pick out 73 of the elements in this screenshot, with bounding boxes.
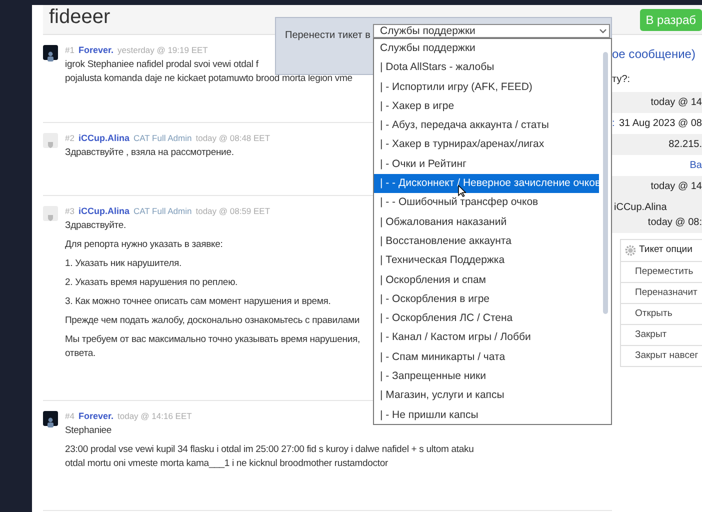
ticket-option[interactable]: Закрыт навсег bbox=[621, 345, 702, 366]
post-number: #2 bbox=[65, 132, 74, 145]
post-text: 2. Указать время нарушения по реплею. bbox=[65, 276, 239, 290]
post-text: 23:00 prodal vse vewi kupil 34 flasku i otdal im 25:00 27:00 fid s kuroy i dalwe nafidel + s ultom ataku bbox=[65, 442, 474, 456]
dropdown-option[interactable]: | - Очки и Рейтинг bbox=[374, 154, 599, 174]
dialog-label: Перенести тикет в bbox=[285, 29, 370, 43]
dropdown-option[interactable]: | Обжалования наказаний bbox=[374, 212, 599, 232]
detail-value: today @ 14 bbox=[650, 96, 702, 110]
avatar bbox=[43, 411, 58, 426]
post-number: #3 bbox=[65, 205, 74, 218]
dropdown-option[interactable]: | Оскорбления и спам bbox=[374, 270, 599, 290]
dropdown-option[interactable]: | Dota AllStars - жалобы bbox=[374, 58, 599, 78]
avatar bbox=[43, 206, 58, 221]
card-title: Тикет опции bbox=[639, 243, 692, 258]
detail-label: : bbox=[612, 117, 615, 131]
gear-icon bbox=[625, 245, 636, 256]
author-link[interactable]: iCCup.Alina bbox=[78, 132, 130, 146]
author-link[interactable]: Forever. bbox=[78, 410, 114, 424]
detail-value: today @ 14 bbox=[650, 180, 702, 194]
detail-value: 82.215. bbox=[668, 138, 702, 152]
assignee-name: iCCup.Alina bbox=[613, 201, 668, 215]
caret-icon bbox=[599, 27, 607, 35]
post-time: today @ 14:16 EET bbox=[118, 410, 192, 423]
post-text: Для репорта нужно указать в заявке: bbox=[65, 238, 224, 252]
dropdown-option[interactable]: | - Хакер в турнирах/аренах/лигах bbox=[374, 135, 599, 155]
dropdown-option[interactable]: | - Канал / Кастом игры / Лобби bbox=[374, 328, 599, 348]
dropdown-option[interactable]: | - Хакер в игре bbox=[374, 96, 599, 116]
detail-value: 31 Aug 2023 @ 08 bbox=[619, 117, 702, 131]
category-select[interactable]: Службы поддержки bbox=[373, 24, 610, 38]
page-title: fideeer bbox=[48, 5, 110, 29]
post-text: igrok Stephaniee nafidel prodal svoi vewi otdal f bbox=[65, 58, 260, 72]
post-time: today @ 08:48 EET bbox=[196, 132, 270, 145]
post-number: #4 bbox=[65, 410, 74, 423]
ticket-option[interactable]: Переместить bbox=[621, 261, 702, 282]
dropdown-option[interactable]: | - - Ошибочный трансфер очков bbox=[374, 193, 599, 213]
dropdown-option[interactable]: | - Оскорбления ЛС / Стена bbox=[374, 309, 599, 328]
avatar bbox=[43, 45, 58, 60]
post-number: #1 bbox=[65, 44, 74, 57]
detail-value: today @ 08: bbox=[646, 216, 702, 230]
post-text: Мы требуем от вас максимально точно указывать время нарушения, bbox=[65, 332, 360, 346]
dropdown-option[interactable]: | - Запрещенные ники bbox=[374, 367, 599, 386]
post-time: today @ 08:59 EET bbox=[196, 205, 270, 218]
detail-label: ту?: bbox=[612, 73, 632, 87]
dropdown-option[interactable]: | - Спам миникарты / чата bbox=[374, 348, 599, 368]
dropdown-option[interactable]: | - Оскорбления в игре bbox=[374, 290, 599, 310]
post-text: Здравствуйте. bbox=[65, 218, 128, 232]
user-role: CAT Full Admin bbox=[133, 132, 192, 145]
dropdown-option[interactable]: | - Не пришли капсы bbox=[374, 406, 599, 425]
dropdown-option[interactable]: | Магазин, услуги и капсы bbox=[374, 386, 599, 406]
post-text: Stephaniee bbox=[65, 424, 113, 438]
post-text: otdal mortu oni vmeste morta kama___1 i ne kicknul broodmother rustamdoctor bbox=[65, 456, 389, 470]
detail-link[interactable]: Ва bbox=[690, 158, 702, 173]
status-badge: В разраб bbox=[640, 9, 702, 31]
dropdown-option[interactable]: | - Абуз, передача аккаунта / статы bbox=[374, 116, 599, 136]
post-text: Прежде чем подать жалобу, досконально ознакомьтесь с правилами bbox=[65, 314, 360, 328]
dropdown-option[interactable]: Службы поддержки bbox=[374, 39, 599, 58]
dropdown-option[interactable]: | - Испортили игру (AFK, FEED) bbox=[374, 78, 599, 97]
ticket-option[interactable]: Открыть bbox=[621, 303, 702, 324]
avatar bbox=[43, 133, 58, 148]
post-text: 1. Указать ник нарушителя. bbox=[65, 256, 182, 270]
post-time: yesterday @ 19:19 EET bbox=[118, 44, 208, 57]
user-role: CAT Full Admin bbox=[133, 205, 192, 218]
reply-link[interactable]: ое сообщение) bbox=[612, 45, 702, 63]
ticket-option[interactable]: Переназначит bbox=[621, 282, 702, 303]
dropdown-option[interactable]: | Восстановление аккаунта bbox=[374, 232, 599, 252]
author-link[interactable]: iCCup.Alina bbox=[78, 205, 130, 218]
author-link[interactable]: Forever. bbox=[78, 44, 114, 58]
post-text: Здравствуйте , взяла на рассмотрение. bbox=[65, 146, 235, 160]
ticket-option[interactable]: Закрыт bbox=[621, 324, 702, 345]
post-text: pojalusta komanda daje ne kickaet potamuwto brood morta legion vme bbox=[65, 72, 352, 86]
post-text: 3. Как можно точнее описать сам момент нарушения и время. bbox=[65, 294, 332, 308]
dropdown-option[interactable]: | Техническая Поддержка bbox=[374, 251, 599, 271]
post-text: ответа. bbox=[65, 346, 96, 360]
